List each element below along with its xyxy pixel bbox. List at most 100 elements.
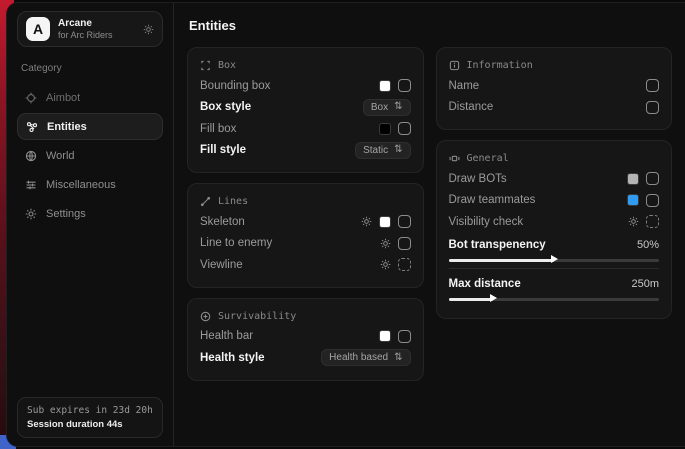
row-label: Health bar bbox=[200, 330, 253, 342]
row-box-style: Box style Box ⇅ bbox=[200, 97, 411, 119]
max-distance-group: Max distance 250m bbox=[449, 275, 660, 301]
subscription-footer: Sub expires in 23d 20h Session duration … bbox=[17, 397, 163, 438]
row-settings-icon[interactable] bbox=[380, 238, 391, 249]
color-swatch[interactable] bbox=[379, 216, 391, 228]
sidebar-item-miscellaneous[interactable]: Miscellaneous bbox=[17, 171, 163, 198]
dropdown-value: Health based bbox=[329, 352, 388, 363]
checkbox[interactable] bbox=[646, 101, 659, 114]
section-header: Survivability bbox=[218, 311, 296, 322]
checkbox[interactable] bbox=[646, 172, 659, 185]
box-section-card: Box Bounding box Box style Box ⇅ bbox=[187, 47, 424, 173]
section-header: Information bbox=[467, 60, 533, 71]
sidebar-item-label: Settings bbox=[46, 208, 86, 220]
information-section-card: Information Name Distance bbox=[436, 47, 673, 130]
checkbox[interactable] bbox=[398, 215, 411, 228]
row-health-bar: Health bar bbox=[200, 326, 411, 348]
row-label: Fill box bbox=[200, 123, 236, 135]
section-header: Box bbox=[218, 60, 236, 71]
row-fill-style: Fill style Static ⇅ bbox=[200, 140, 411, 162]
sidebar-item-label: World bbox=[46, 150, 75, 162]
brand-card: A Arcane for Arc Riders bbox=[17, 11, 163, 47]
color-swatch[interactable] bbox=[627, 173, 639, 185]
row-distance: Distance bbox=[449, 97, 660, 119]
line-icon bbox=[200, 196, 211, 207]
row-settings-icon[interactable] bbox=[361, 216, 372, 227]
dropdown-arrows-icon: ⇅ bbox=[394, 102, 402, 112]
max-distance-slider[interactable] bbox=[449, 298, 660, 301]
general-section-card: General Draw BOTs Draw teammates bbox=[436, 140, 673, 319]
row-skeleton: Skeleton bbox=[200, 211, 411, 233]
brand-settings-icon[interactable] bbox=[143, 24, 154, 35]
slider-thumb[interactable] bbox=[490, 294, 497, 302]
color-swatch[interactable] bbox=[379, 330, 391, 342]
dropdown-value: Box bbox=[371, 102, 388, 113]
checkbox[interactable] bbox=[398, 330, 411, 343]
health-icon bbox=[200, 311, 211, 322]
row-settings-icon[interactable] bbox=[628, 216, 639, 227]
row-label: Bounding box bbox=[200, 80, 270, 92]
row-health-style: Health style Health based ⇅ bbox=[200, 347, 411, 369]
row-label: Health style bbox=[200, 352, 265, 364]
section-header: Lines bbox=[218, 196, 248, 207]
slider-fill bbox=[449, 259, 554, 262]
dropdown-arrows-icon: ⇅ bbox=[394, 145, 402, 155]
app-window: A Arcane for Arc Riders Category Aimbot bbox=[6, 2, 685, 447]
bot-transparency-slider[interactable] bbox=[449, 259, 660, 262]
info-icon bbox=[449, 60, 460, 71]
checkbox[interactable] bbox=[398, 258, 411, 271]
sidebar-item-world[interactable]: World bbox=[17, 142, 163, 169]
app-logo: A bbox=[26, 17, 50, 41]
row-line-to-enemy: Line to enemy bbox=[200, 233, 411, 255]
box-brackets-icon bbox=[200, 60, 211, 71]
checkbox[interactable] bbox=[398, 79, 411, 92]
color-swatch[interactable] bbox=[379, 80, 391, 92]
checkbox[interactable] bbox=[398, 122, 411, 135]
gear-icon bbox=[25, 208, 37, 220]
sidebar-item-entities[interactable]: Entities bbox=[17, 113, 163, 140]
app-title: Arcane bbox=[58, 18, 135, 30]
color-swatch[interactable] bbox=[379, 123, 391, 135]
slider-fill bbox=[449, 298, 493, 301]
sidebar-item-label: Miscellaneous bbox=[46, 179, 116, 191]
session-duration-text: Session duration 44s bbox=[27, 419, 153, 430]
checkbox[interactable] bbox=[646, 194, 659, 207]
checkbox[interactable] bbox=[398, 237, 411, 250]
divider bbox=[449, 268, 660, 269]
main-content: Entities Box Bounding box bbox=[174, 3, 685, 446]
miscellaneous-icon bbox=[25, 179, 37, 191]
row-fill-box: Fill box bbox=[200, 118, 411, 140]
slider-thumb[interactable] bbox=[551, 255, 558, 263]
checkbox[interactable] bbox=[646, 215, 659, 228]
bot-transparency-group: Bot transpenency 50% bbox=[449, 236, 660, 262]
row-label: Draw BOTs bbox=[449, 173, 507, 185]
dropdown-value: Static bbox=[363, 145, 388, 156]
slider-label: Bot transpenency bbox=[449, 239, 546, 251]
crosshair-icon bbox=[25, 92, 37, 104]
sidebar-item-label: Entities bbox=[47, 121, 87, 133]
row-visibility-check: Visibility check bbox=[449, 211, 660, 233]
survivability-section-card: Survivability Health bar Health style He… bbox=[187, 298, 424, 381]
checkbox[interactable] bbox=[646, 79, 659, 92]
entities-icon bbox=[26, 121, 38, 133]
row-draw-teammates: Draw teammates bbox=[449, 190, 660, 212]
sidebar-item-aimbot[interactable]: Aimbot bbox=[17, 84, 163, 111]
grid-icon bbox=[449, 153, 460, 164]
color-swatch[interactable] bbox=[627, 194, 639, 206]
row-label: Visibility check bbox=[449, 216, 524, 228]
row-settings-icon[interactable] bbox=[380, 259, 391, 270]
fill-style-dropdown[interactable]: Static ⇅ bbox=[355, 142, 410, 159]
row-label: Box style bbox=[200, 101, 251, 113]
lines-section-card: Lines Skeleton bbox=[187, 183, 424, 288]
sidebar-item-settings[interactable]: Settings bbox=[17, 200, 163, 227]
row-label: Fill style bbox=[200, 144, 246, 156]
box-style-dropdown[interactable]: Box ⇅ bbox=[363, 99, 411, 116]
row-draw-bots: Draw BOTs bbox=[449, 168, 660, 190]
row-label: Name bbox=[449, 80, 480, 92]
app-subtitle: for Arc Riders bbox=[58, 30, 135, 40]
row-name: Name bbox=[449, 75, 660, 97]
row-label: Skeleton bbox=[200, 216, 245, 228]
health-style-dropdown[interactable]: Health based ⇅ bbox=[321, 349, 410, 366]
page-title: Entities bbox=[189, 18, 672, 33]
sidebar: A Arcane for Arc Riders Category Aimbot bbox=[7, 3, 174, 446]
category-label: Category bbox=[21, 63, 159, 74]
